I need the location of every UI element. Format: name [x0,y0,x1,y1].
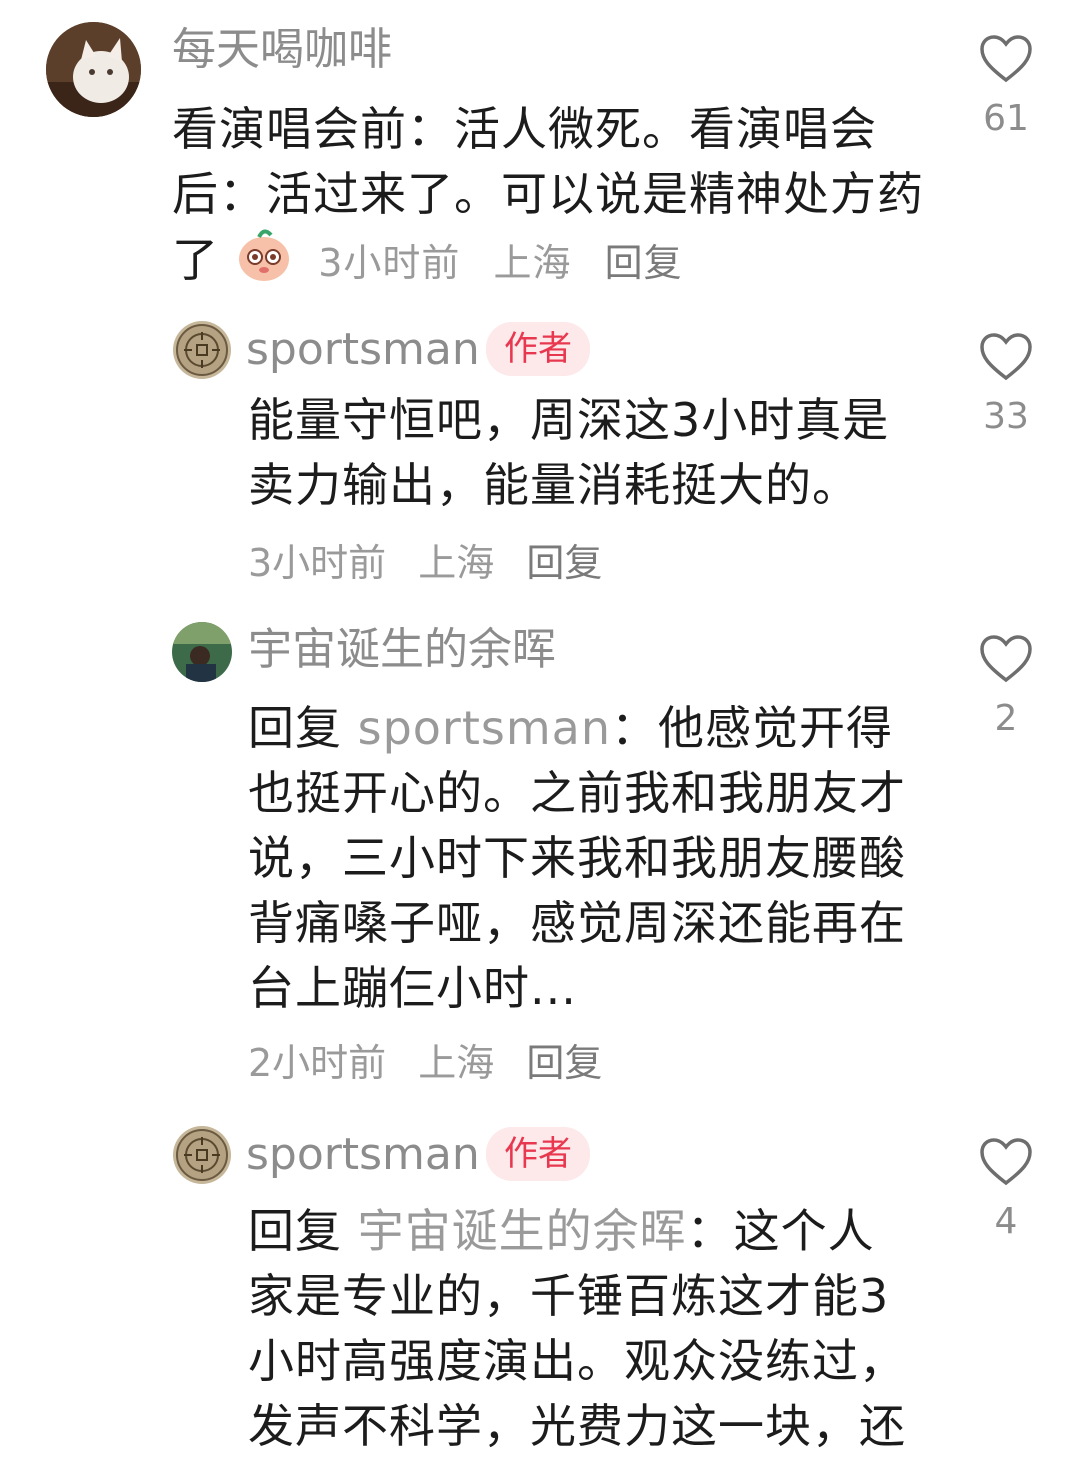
heart-icon [980,635,1032,683]
like-count: 33 [983,396,1029,437]
heart-icon [980,1138,1032,1186]
reply-button[interactable]: 回复 [526,1041,602,1085]
reply-target-username[interactable]: sportsman [358,701,611,755]
comment-text: 看演唱会前：活人微死。看演唱会后：活过来了。可以说是精神处方药了 3小时前 上海… [172,97,932,300]
comment-meta: 2小时前 上海 回复 [248,1041,603,1085]
username[interactable]: sportsman [246,1133,480,1177]
coin-avatar-icon [173,321,231,379]
comment-text: 能量守恒吧，周深这3小时真是卖力输出，能量消耗挺大的。 [248,393,890,512]
comment-meta: 3小时前 上海 回复 [248,541,603,585]
like-button[interactable]: 2 [976,634,1036,739]
author-badge: 作者 [486,322,590,376]
emoji-icon [235,227,293,300]
reply-button[interactable]: 回复 [605,241,683,285]
comment-item: 每天喝咖啡 看演唱会前：活人微死。看演唱会后：活过来了。可以说是精神处方药了 3… [0,0,1080,300]
reply-button[interactable]: 回复 [526,541,602,585]
like-button[interactable]: 33 [976,332,1036,437]
avatar[interactable] [46,22,141,117]
reply-target-username[interactable]: 宇宙诞生的余晖 [358,1204,687,1258]
like-button[interactable]: 4 [976,1137,1036,1242]
avatar[interactable] [172,622,232,682]
heart-icon [980,333,1032,381]
person-photo-icon [172,622,232,682]
comment-meta: 3小时前 上海 回复 [318,241,683,285]
heart-icon [980,35,1032,83]
like-count: 61 [983,98,1029,139]
username[interactable]: sportsman [246,328,480,372]
avatar[interactable] [172,320,232,380]
comment-item: sportsman 作者 能量守恒吧，周深这3小时真是卖力输出，能量消耗挺大的。… [0,300,1080,600]
username[interactable]: 每天喝咖啡 [172,28,392,72]
avatar[interactable] [172,1125,232,1185]
username[interactable]: 宇宙诞生的余晖 [248,628,556,672]
comment-text: 回复 sportsman：他感觉开得也挺开心的。之前我和我朋友才说，三小时下来我… [248,701,906,1015]
comment-text: 回复 宇宙诞生的余晖：这个人家是专业的，千锤百炼这才能3小时高强度演出。观众没练… [248,1204,906,1466]
comment-item: sportsman 作者 回复 宇宙诞生的余晖：这个人家是专业的，千锤百炼这才能… [0,1105,1080,1466]
like-button[interactable]: 61 [976,34,1036,139]
author-badge: 作者 [486,1127,590,1181]
coin-avatar-icon [173,1126,231,1184]
like-count: 4 [994,1201,1018,1242]
comment-item: 宇宙诞生的余晖 回复 sportsman：他感觉开得也挺开心的。之前我和我朋友才… [0,600,1080,1105]
cat-photo-icon [46,22,141,117]
like-count: 2 [994,698,1018,739]
